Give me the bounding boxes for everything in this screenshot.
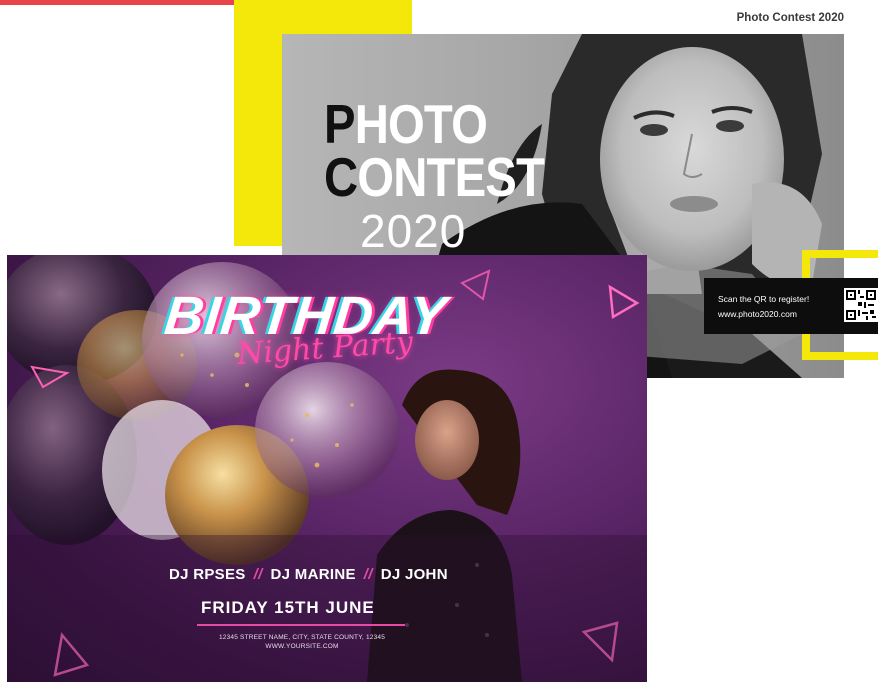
photo-contest-header: Photo Contest 2020 — [736, 12, 844, 24]
dj-lineup: DJ RPSES // DJ MARINE // DJ JOHN — [169, 566, 448, 583]
qr-register-box[interactable]: Scan the QR to register! www.photo2020.c… — [704, 278, 878, 334]
dj-separator: // — [253, 566, 263, 583]
event-website[interactable]: WWW.YOURSITE.COM — [7, 642, 597, 651]
contest-website[interactable]: www.photo2020.com — [718, 309, 797, 319]
dj-name: DJ RPSES — [169, 566, 246, 583]
qr-code-icon[interactable] — [844, 288, 878, 322]
dj-name: DJ MARINE — [270, 566, 356, 583]
qr-instruction: Scan the QR to register! — [718, 294, 810, 304]
event-date: FRIDAY 15TH JUNE — [201, 598, 375, 617]
dj-name: DJ JOHN — [380, 566, 448, 583]
photo-contest-title: PHOTO CONTEST — [324, 93, 545, 208]
photo-contest-year: 2020 — [360, 205, 467, 257]
event-address-block: 12345 STREET NAME, CITY, STATE COUNTY, 1… — [7, 633, 597, 651]
birthday-flyer[interactable]: BIRTHDAY Night Party DJ RPSES//DJ MARINE… — [7, 255, 647, 682]
date-divider — [197, 624, 405, 626]
dj-separator: // — [363, 566, 373, 583]
event-address: 12345 STREET NAME, CITY, STATE COUNTY, 1… — [218, 634, 386, 641]
